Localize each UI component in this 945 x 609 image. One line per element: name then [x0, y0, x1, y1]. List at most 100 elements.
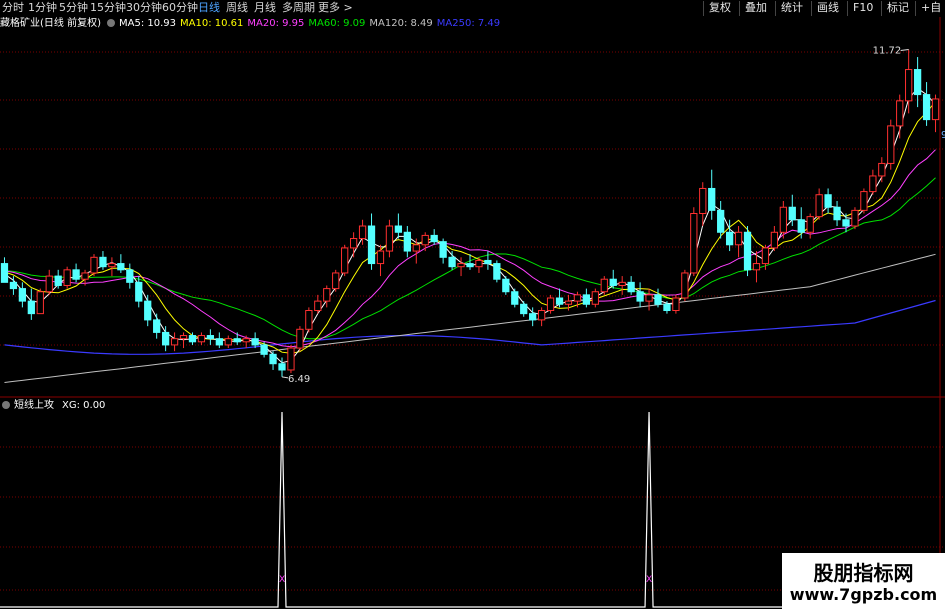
candle-body	[752, 263, 761, 271]
candle-body	[18, 288, 27, 302]
candle-body	[502, 278, 510, 293]
candle-body	[412, 244, 420, 252]
candle-body	[269, 353, 277, 365]
candle-body	[582, 294, 591, 305]
candle-body	[869, 175, 877, 193]
candle-body	[725, 231, 734, 246]
candle-body	[520, 303, 528, 315]
candle-body	[81, 272, 89, 280]
candle-body	[197, 335, 206, 343]
candle-body	[529, 313, 537, 321]
candle-body	[385, 225, 394, 252]
high-marker	[900, 49, 909, 52]
candle-body	[341, 247, 349, 274]
candle-body	[0, 263, 9, 283]
candle-body	[170, 338, 179, 346]
candle-body	[779, 206, 787, 233]
candle-body	[537, 310, 546, 321]
candle-body	[367, 225, 376, 265]
candle-body	[573, 294, 582, 302]
candle-body	[806, 216, 814, 233]
candle-body	[797, 219, 805, 233]
candle-body	[144, 300, 152, 321]
candle-body	[448, 256, 456, 268]
candle-body	[457, 263, 465, 268]
candle-body	[135, 281, 143, 302]
candle-body	[690, 213, 698, 274]
candle-body	[493, 263, 501, 280]
high-price-label: 11.72	[873, 46, 902, 57]
candle-body	[878, 162, 886, 177]
candle-body	[770, 231, 779, 249]
watermark: 股朋指标网 www.7gpzb.com	[782, 553, 945, 609]
candle-body	[117, 263, 125, 271]
candle-body	[636, 291, 644, 302]
ma5-line	[4, 87, 936, 364]
candle-body	[215, 338, 223, 346]
candle-body	[609, 278, 617, 286]
candle-body	[430, 234, 438, 243]
candle-body	[484, 259, 492, 265]
candle-body	[475, 259, 483, 268]
candle-body	[699, 187, 707, 214]
candle-body	[376, 250, 385, 265]
candle-body	[305, 310, 313, 330]
candle-body	[546, 297, 555, 312]
candle-body	[439, 241, 447, 258]
candle-body	[627, 281, 635, 293]
candle-body	[896, 100, 904, 127]
candle-body	[332, 272, 340, 290]
chart-canvas[interactable]: 11.72 6.49 9 X X	[0, 0, 945, 609]
candle-body	[287, 347, 295, 371]
candle-body	[54, 275, 62, 286]
candle-body	[323, 288, 331, 302]
candle-body	[27, 300, 35, 315]
candle-body	[931, 98, 940, 121]
candle-body	[591, 291, 599, 305]
candle-body	[296, 328, 304, 349]
candle-body	[922, 94, 931, 121]
candle-body	[45, 275, 53, 293]
candle-body	[278, 363, 286, 371]
candle-body	[179, 335, 188, 340]
candle-body	[860, 191, 868, 211]
candle-body	[242, 338, 250, 343]
candle-body	[9, 281, 18, 290]
candle-body	[153, 319, 161, 333]
candle-body	[564, 300, 573, 305]
candle-body	[761, 247, 770, 265]
candle-body	[224, 338, 232, 346]
candle-body	[717, 209, 725, 233]
candle-body	[681, 272, 689, 299]
candle-body	[842, 219, 850, 227]
candle-body	[833, 206, 841, 221]
candle-body	[394, 225, 403, 233]
candle-body	[788, 206, 796, 221]
candle-body	[36, 291, 44, 315]
watermark-url: www.7gpzb.com	[789, 585, 938, 604]
candle-body	[600, 278, 608, 293]
candle-body	[905, 69, 913, 102]
candle-body	[708, 187, 716, 211]
candle-body	[663, 303, 671, 312]
candle-body	[63, 269, 71, 286]
candle-body	[188, 335, 197, 343]
candle-body	[645, 294, 653, 302]
candle-body	[161, 331, 170, 346]
candle-body	[851, 209, 859, 227]
watermark-title: 股朋指标网	[813, 561, 914, 585]
candle-body	[887, 125, 895, 164]
candle-body	[99, 256, 107, 268]
candle-body	[421, 234, 429, 246]
candle-body	[511, 291, 519, 305]
candle-body	[358, 225, 367, 240]
candle-body	[314, 300, 322, 312]
signal-marker: X	[279, 575, 285, 585]
candle-body	[555, 297, 564, 305]
candle-body	[815, 194, 823, 218]
candle-body	[72, 269, 80, 280]
candle-body	[349, 238, 358, 249]
right-edge-label: 9	[941, 130, 945, 141]
signal-marker: X	[646, 575, 652, 585]
candle-body	[126, 269, 134, 283]
